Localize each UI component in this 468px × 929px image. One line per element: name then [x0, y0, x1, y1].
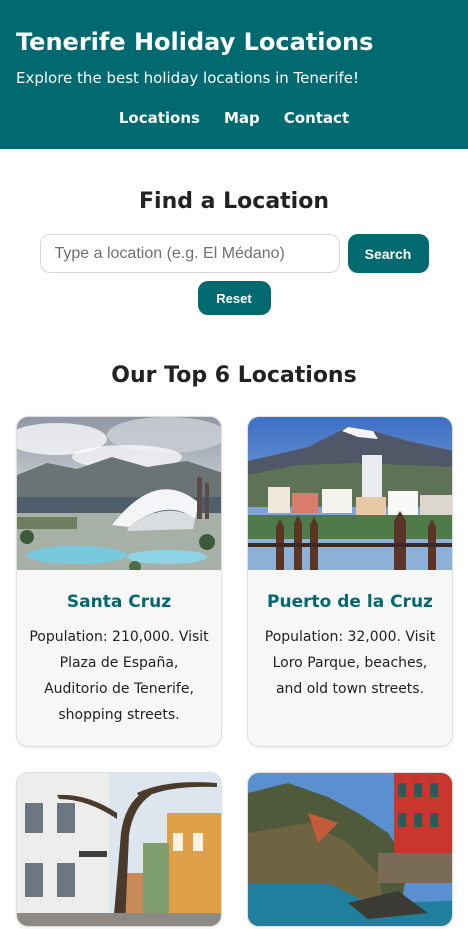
- site-subtitle: Explore the best holiday locations in Te…: [16, 68, 360, 87]
- location-cards: Santa Cruz Population: 210,000. Visit Pl…: [16, 416, 453, 927]
- find-location-heading: Find a Location: [139, 189, 329, 214]
- site-title: Tenerife Holiday Locations: [16, 28, 374, 56]
- puerto-de-la-cruz-photo: [248, 417, 452, 570]
- puerto-de-la-cruz-card-body: Puerto de la Cruz Population: 32,000. Vi…: [248, 570, 452, 720]
- location-card-3[interactable]: [16, 772, 222, 927]
- location-card-puerto-de-la-cruz[interactable]: Puerto de la Cruz Population: 32,000. Vi…: [247, 416, 453, 747]
- site-header: Tenerife Holiday Locations Explore the b…: [0, 0, 468, 149]
- reset-row: Reset: [0, 281, 468, 315]
- santa-cruz-photo: [17, 417, 221, 570]
- reset-button[interactable]: Reset: [197, 281, 271, 315]
- nav-contact-link[interactable]: Contact: [284, 109, 349, 127]
- location-search-input[interactable]: [39, 234, 340, 273]
- santa-cruz-card-body: Santa Cruz Population: 210,000. Visit Pl…: [17, 570, 221, 746]
- card-title: Puerto de la Cruz: [267, 592, 433, 612]
- top-locations-heading: Our Top 6 Locations: [111, 363, 357, 388]
- card-description: Population: 210,000. Visit Plaza de Espa…: [29, 629, 209, 723]
- search-button[interactable]: Search: [347, 234, 429, 273]
- card-title: Santa Cruz: [66, 592, 172, 612]
- card-3-image: [17, 773, 221, 926]
- puerto-de-la-cruz-image: [248, 417, 452, 570]
- search-row: Search: [0, 234, 468, 273]
- nav-locations-link[interactable]: Locations: [119, 109, 200, 127]
- location-card-4[interactable]: [247, 772, 453, 927]
- location-card-santa-cruz[interactable]: Santa Cruz Population: 210,000. Visit Pl…: [16, 416, 222, 747]
- street-photo: [17, 773, 221, 926]
- santa-cruz-image: [17, 417, 221, 570]
- coastal-photo: [248, 773, 452, 926]
- main-nav: Locations Map Contact: [16, 109, 452, 127]
- card-description: Population: 32,000. Visit Loro Parque, b…: [264, 629, 436, 697]
- nav-map-link[interactable]: Map: [224, 109, 260, 127]
- card-4-image: [248, 773, 452, 926]
